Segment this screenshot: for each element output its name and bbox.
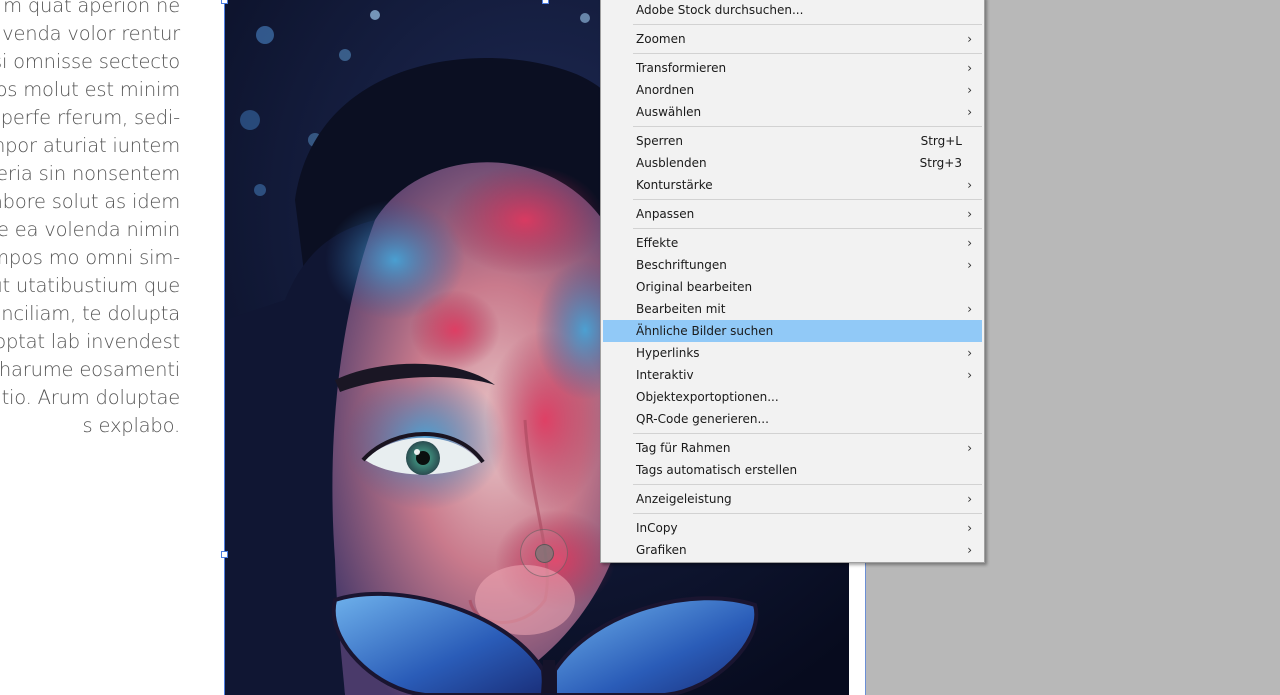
body-text-line: a venda volor rentur	[0, 22, 180, 45]
body-text-line: e ea volenda nimin	[0, 218, 180, 241]
menu-item-zoomen[interactable]: Zoomen ›	[603, 28, 982, 50]
body-text-line: mpor aturiat iuntem	[0, 134, 180, 157]
menu-item-shortcut: Strg+3	[919, 156, 962, 170]
menu-item-auswählen[interactable]: Auswählen ›	[603, 101, 982, 123]
chevron-right-icon: ›	[967, 32, 972, 46]
body-text-line: mpos mo omni sim-	[0, 246, 180, 269]
menu-item-ausblenden[interactable]: Ausblenden Strg+3	[603, 152, 982, 174]
menu-item-grafiken[interactable]: Grafiken ›	[603, 539, 982, 561]
menu-item-anordnen[interactable]: Anordnen ›	[603, 79, 982, 101]
chevron-right-icon: ›	[967, 258, 972, 272]
menu-item-label: Ähnliche Bilder suchen	[636, 324, 774, 338]
chevron-right-icon: ›	[967, 302, 972, 316]
frame-selection-edge	[224, 0, 225, 695]
menu-item-adobe-stock-durchsuchen[interactable]: Adobe Stock durchsuchen...	[603, 0, 982, 21]
menu-item-anpassen[interactable]: Anpassen ›	[603, 203, 982, 225]
body-text-line: inciliam, te dolupta	[0, 302, 180, 325]
menu-item-label: Ausblenden	[636, 156, 707, 170]
body-text-line: harume eosamenti	[0, 358, 180, 381]
menu-separator	[633, 53, 982, 54]
frame-handle-left[interactable]	[221, 551, 228, 558]
menu-item-sperren[interactable]: Sperren Strg+L	[603, 130, 982, 152]
body-text-line: atio. Arum doluptae	[0, 386, 180, 409]
menu-item-qr-code-generieren[interactable]: QR-Code generieren...	[603, 408, 982, 430]
menu-item-transformieren[interactable]: Transformieren ›	[603, 57, 982, 79]
chevron-right-icon: ›	[967, 105, 972, 119]
menu-item-label: Tags automatisch erstellen	[636, 463, 798, 477]
document-canvas[interactable]: m quat aperion ne a venda volor rentur si …	[0, 0, 1280, 695]
menu-separator	[633, 513, 982, 514]
chevron-right-icon: ›	[967, 346, 972, 360]
menu-item-interaktiv[interactable]: Interaktiv ›	[603, 364, 982, 386]
menu-separator	[633, 228, 982, 229]
menu-item-konturstärke[interactable]: Konturstärke ›	[603, 174, 982, 196]
frame-handle-top-left[interactable]	[221, 0, 228, 4]
body-text-line: eria sin nonsentem	[0, 162, 180, 185]
menu-item-tags-automatisch-erstellen[interactable]: Tags automatisch erstellen	[603, 459, 982, 481]
menu-item-shortcut: Strg+L	[920, 134, 962, 148]
menu-item-label: Original bearbeiten	[636, 280, 753, 294]
chevron-right-icon: ›	[967, 236, 972, 250]
menu-item-effekte[interactable]: Effekte ›	[603, 232, 982, 254]
menu-item-label: Tag für Rahmen	[636, 441, 731, 455]
menu-item-objektexportoptionen[interactable]: Objektexportoptionen...	[603, 386, 982, 408]
menu-item-original-bearbeiten[interactable]: Original bearbeiten	[603, 276, 982, 298]
menu-item-label: Beschriftungen	[636, 258, 727, 272]
chevron-right-icon: ›	[967, 178, 972, 192]
menu-separator	[633, 199, 982, 200]
menu-item-label: Anzeigeleistung	[636, 492, 732, 506]
menu-item-tag-für-rahmen[interactable]: Tag für Rahmen ›	[603, 437, 982, 459]
menu-item-label: Hyperlinks	[636, 346, 700, 360]
menu-item-anzeigeleistung[interactable]: Anzeigeleistung ›	[603, 488, 982, 510]
chevron-right-icon: ›	[967, 492, 972, 506]
chevron-right-icon: ›	[967, 61, 972, 75]
menu-item-label: Effekte	[636, 236, 679, 250]
cursor-dot	[535, 544, 554, 563]
menu-separator	[633, 433, 982, 434]
menu-item-hyperlinks[interactable]: Hyperlinks ›	[603, 342, 982, 364]
menu-item-label: Sperren	[636, 134, 683, 148]
chevron-right-icon: ›	[967, 368, 972, 382]
menu-item-incopy[interactable]: InCopy ›	[603, 517, 982, 539]
menu-separator	[633, 484, 982, 485]
body-text-line: , optat lab invendest	[0, 330, 180, 353]
menu-item-label: Objektexportoptionen...	[636, 390, 779, 404]
menu-item-label: Anpassen	[636, 207, 695, 221]
body-text-frame[interactable]: m quat aperion ne a venda volor rentur si …	[0, 0, 180, 440]
menu-item-label: Anordnen	[636, 83, 695, 97]
body-text-line: s explabo.	[82, 414, 181, 437]
body-text-line: reperfe rferum, sedi-	[0, 106, 180, 129]
menu-item-ähnliche-bilder-suchen[interactable]: Ähnliche Bilder suchen	[603, 320, 982, 342]
menu-separator	[633, 24, 982, 25]
menu-item-label: Interaktiv	[636, 368, 694, 382]
menu-item-label: Zoomen	[636, 32, 686, 46]
body-text-line: ut utatibustium que	[0, 274, 180, 297]
menu-item-label: Konturstärke	[636, 178, 713, 192]
chevron-right-icon: ›	[967, 543, 972, 557]
menu-item-label: Bearbeiten mit	[636, 302, 726, 316]
menu-item-beschriftungen[interactable]: Beschriftungen ›	[603, 254, 982, 276]
menu-item-label: Auswählen	[636, 105, 702, 119]
body-text-line: abore solut as idem	[0, 190, 180, 213]
body-text-line: hos molut est minim	[0, 78, 180, 101]
menu-item-label: Adobe Stock durchsuchen...	[636, 3, 804, 17]
context-menu[interactable]: Adobe Stock durchsuchen... Zoomen › Transfo…	[600, 0, 985, 563]
menu-separator	[633, 126, 982, 127]
menu-item-label: Grafiken	[636, 543, 687, 557]
menu-item-label: InCopy	[636, 521, 678, 535]
menu-item-label: Transformieren	[636, 61, 727, 75]
chevron-right-icon: ›	[967, 207, 972, 221]
body-text-line: m quat aperion ne	[3, 0, 180, 17]
body-text-line: si omnisse sectecto	[0, 50, 180, 73]
chevron-right-icon: ›	[967, 521, 972, 535]
chevron-right-icon: ›	[967, 441, 972, 455]
menu-item-label: QR-Code generieren...	[636, 412, 769, 426]
menu-item-bearbeiten-mit[interactable]: Bearbeiten mit ›	[603, 298, 982, 320]
chevron-right-icon: ›	[967, 83, 972, 97]
frame-handle-top[interactable]	[542, 0, 549, 4]
